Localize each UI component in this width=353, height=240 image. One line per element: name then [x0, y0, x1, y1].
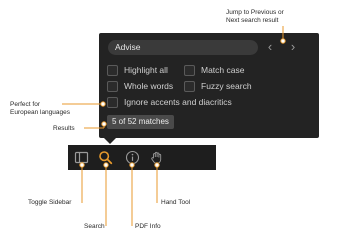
callout-results: Results [53, 125, 75, 132]
callout-perfect: Perfect for European languages [10, 101, 70, 117]
callout-perfect-line2: European languages [10, 109, 70, 116]
callout-pdf-info: PDF Info [135, 223, 161, 230]
callout-hand-tool: Hand Tool [161, 199, 191, 206]
callout-perfect-line1: Perfect for [10, 101, 40, 108]
callout-jump: Jump to Previous or Next search result [226, 9, 284, 25]
callout-jump-line1: Jump to Previous or [226, 9, 284, 16]
callout-jump-line2: Next search result [226, 17, 279, 24]
callout-search: Search [84, 223, 105, 230]
callout-toggle-sidebar: Toggle Sidebar [28, 199, 72, 206]
